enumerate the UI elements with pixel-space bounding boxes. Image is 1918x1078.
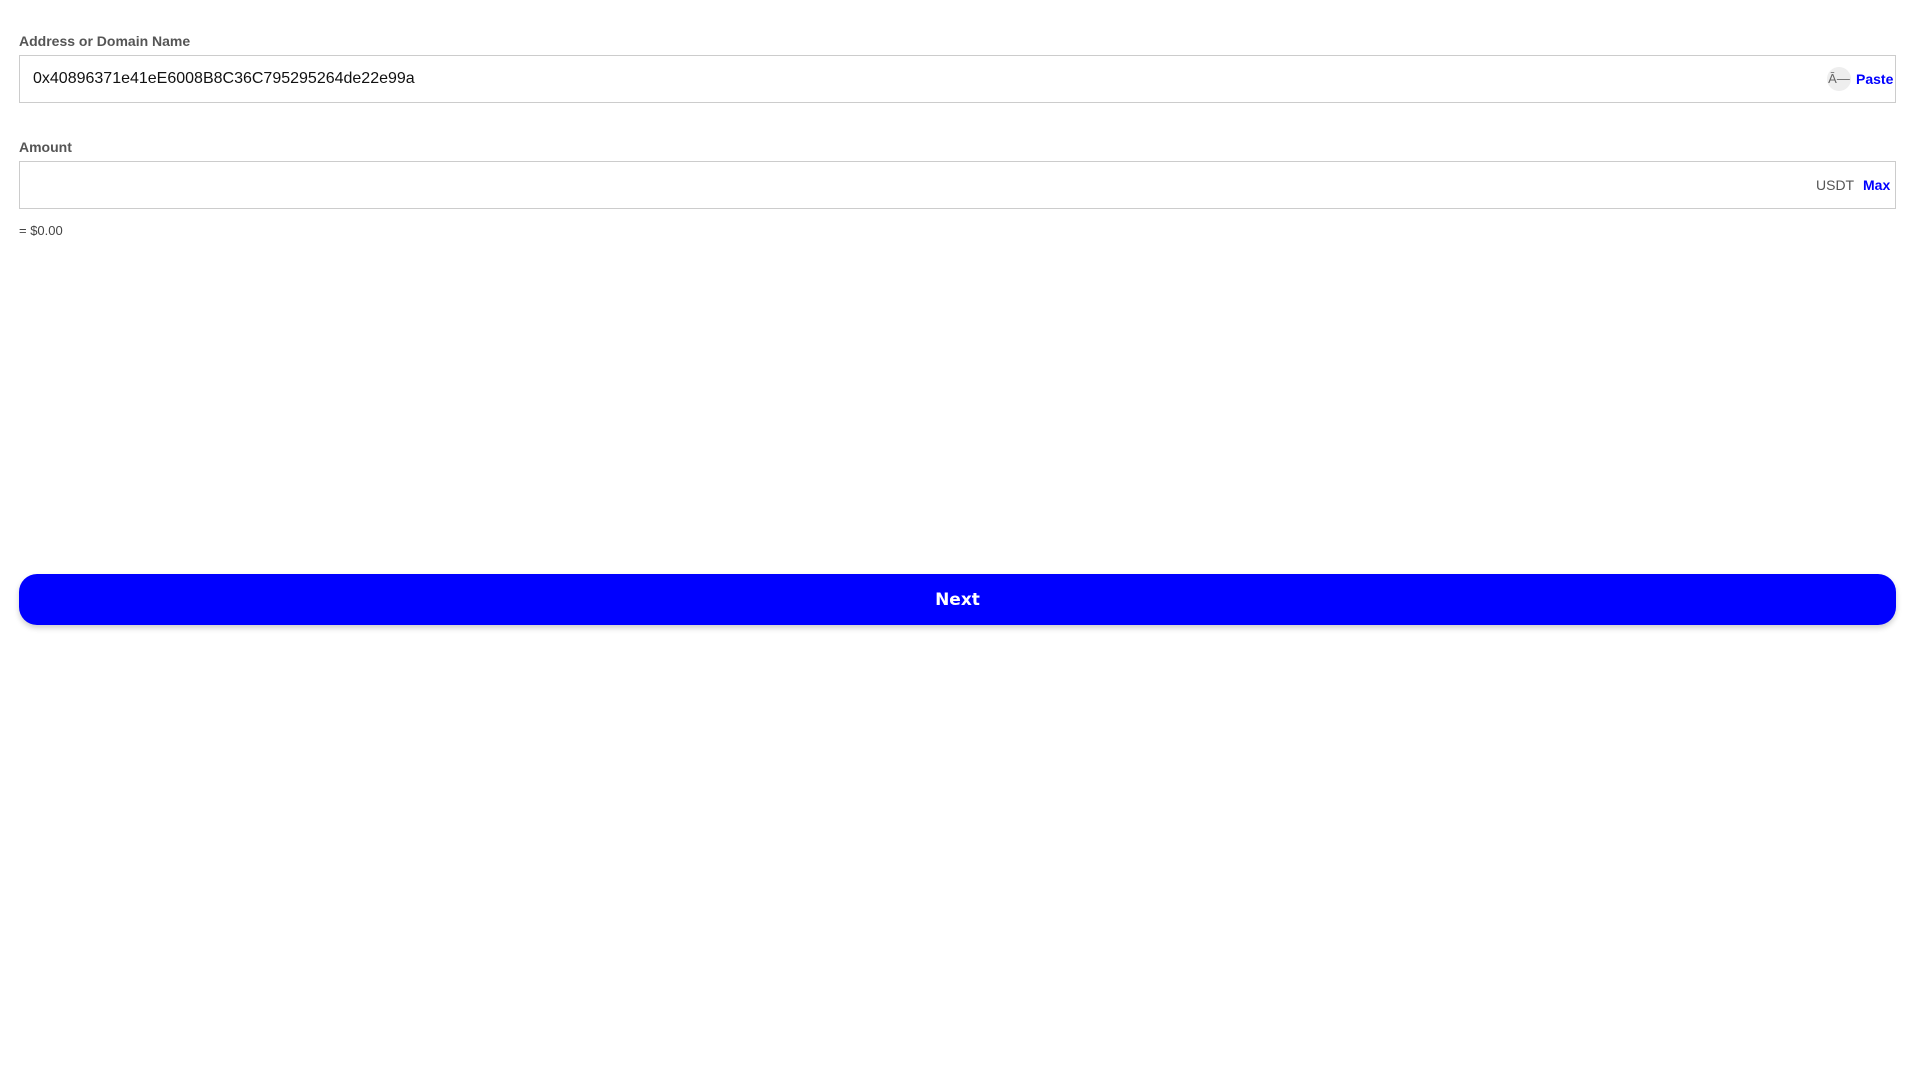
amount-unit-label: USDT	[1816, 177, 1855, 193]
fiat-value-text: = $0.00	[19, 223, 63, 238]
address-field-box: Ā— Paste	[19, 55, 1896, 103]
next-button[interactable]: Next	[19, 574, 1896, 625]
address-label: Address or Domain Name	[19, 33, 191, 49]
address-input[interactable]	[33, 56, 1713, 102]
paste-button[interactable]: Paste	[1856, 56, 1893, 102]
send-form-page: Address or Domain Name Ā— Paste Amount U…	[0, 0, 1918, 1078]
amount-label: Amount	[19, 139, 72, 155]
amount-input[interactable]	[33, 162, 1713, 208]
qr-scan-icon[interactable]: Ā—	[1827, 67, 1851, 91]
amount-field-box: USDT Max	[19, 161, 1896, 209]
max-button[interactable]: Max	[1863, 162, 1890, 208]
